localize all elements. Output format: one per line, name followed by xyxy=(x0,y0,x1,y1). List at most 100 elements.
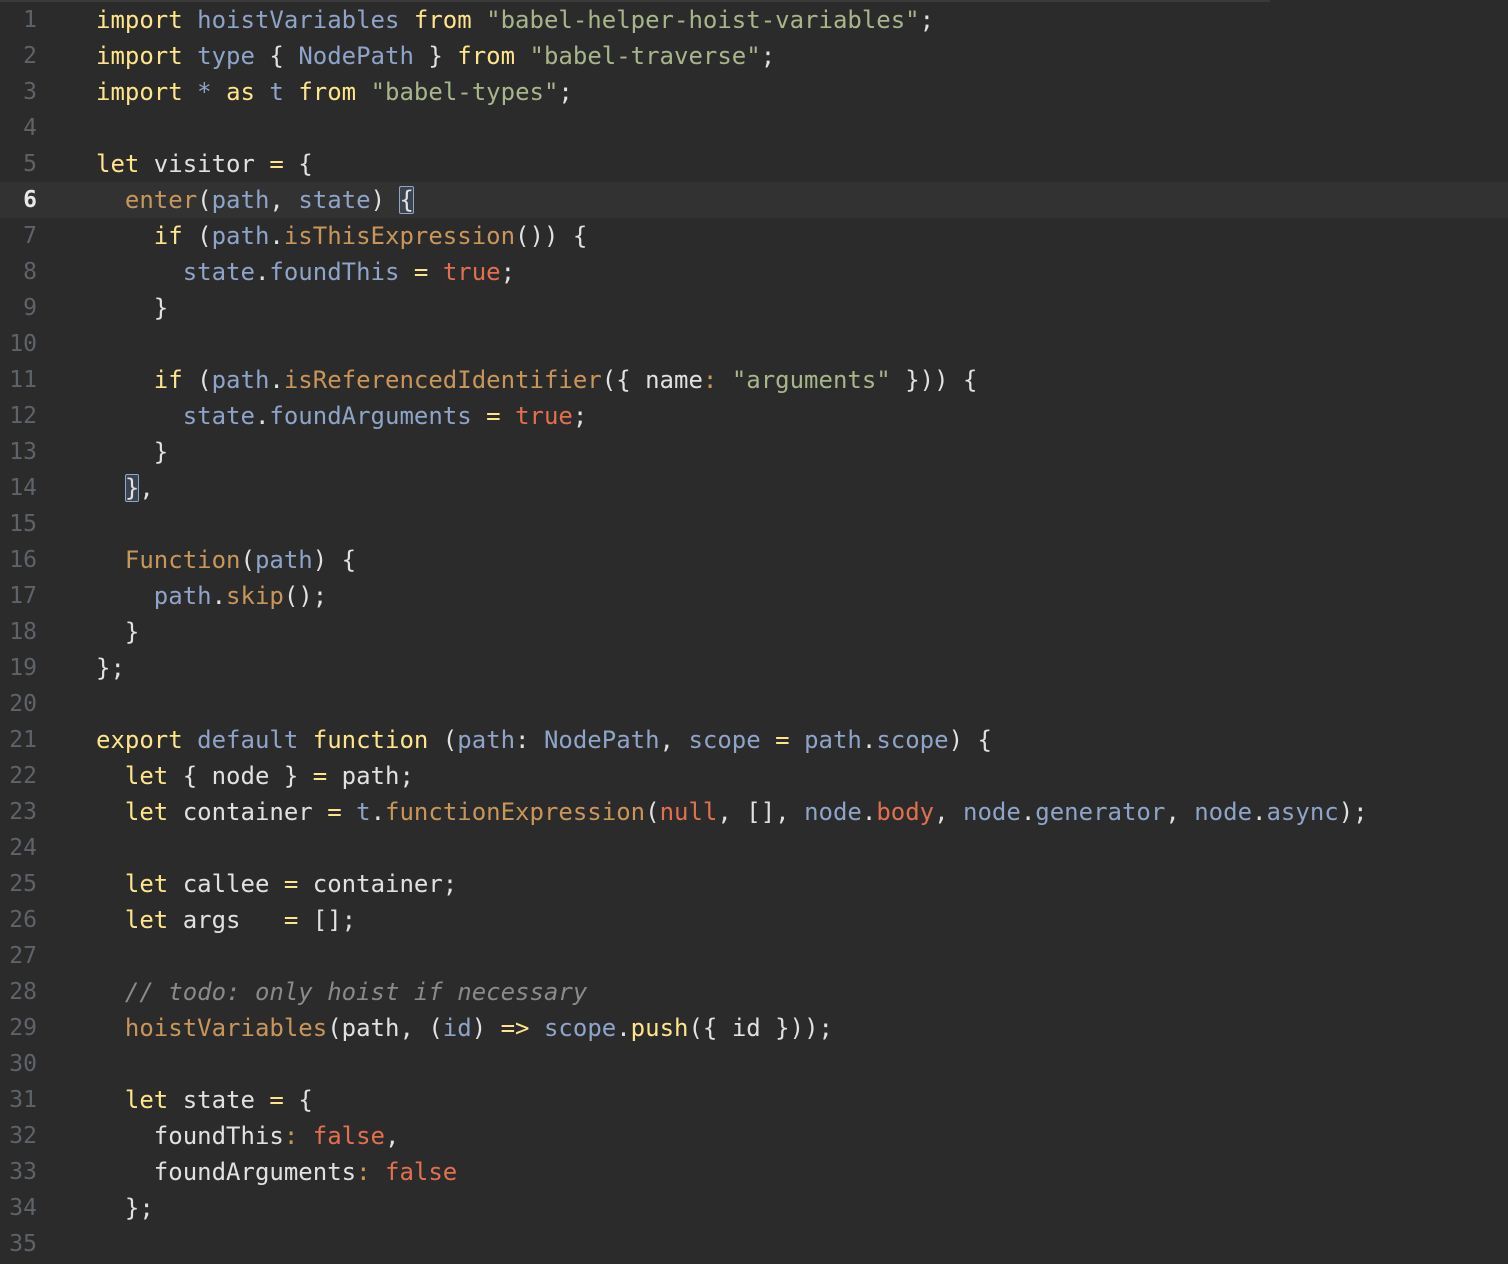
line-number: 17 xyxy=(9,583,37,609)
code-token: node xyxy=(804,798,862,826)
code-text[interactable]: let visitor = { xyxy=(96,146,313,182)
code-line[interactable]: 1 import hoistVariables from "babel-helpe… xyxy=(0,2,1508,38)
code-token: ()) { xyxy=(515,222,588,250)
line-number: 31 xyxy=(9,1087,37,1113)
code-line[interactable]: 26 let args = []; xyxy=(0,902,1508,938)
code-text[interactable]: if (path.isThisExpression()) { xyxy=(96,218,588,254)
code-line[interactable]: 11 if (path.isReferencedIdentifier({ nam… xyxy=(0,362,1508,398)
code-token: foundThis xyxy=(96,1122,284,1150)
code-token: . xyxy=(269,366,284,394)
line-number: 23 xyxy=(9,799,37,825)
code-line[interactable]: 18 } xyxy=(0,614,1508,650)
code-line[interactable]: 32 foundThis: false, xyxy=(0,1118,1508,1154)
code-line[interactable]: 7 if (path.isThisExpression()) { xyxy=(0,218,1508,254)
code-line[interactable]: 31 let state = { xyxy=(0,1082,1508,1118)
code-line[interactable]: 5 let visitor = { xyxy=(0,146,1508,182)
code-line[interactable]: 10 xyxy=(0,326,1508,362)
code-line[interactable]: 24 xyxy=(0,830,1508,866)
code-text[interactable]: } xyxy=(96,614,139,650)
code-text[interactable]: state.foundArguments = true; xyxy=(96,398,588,434)
code-line[interactable]: 28 // todo: only hoist if necessary xyxy=(0,974,1508,1010)
code-text[interactable]: } xyxy=(96,290,168,326)
line-number: 21 xyxy=(9,727,37,753)
line-number: 22 xyxy=(9,763,37,789)
code-token: id xyxy=(442,1014,472,1042)
line-number: 18 xyxy=(9,619,37,645)
code-text[interactable]: let args = []; xyxy=(96,902,356,938)
code-text[interactable]: let { node } = path; xyxy=(96,758,414,794)
line-number: 27 xyxy=(9,943,37,969)
code-token: let xyxy=(124,762,183,790)
code-text[interactable]: hoistVariables(path, (id) => scope.push(… xyxy=(96,1010,833,1046)
code-editor[interactable]: 1 import hoistVariables from "babel-helpe… xyxy=(0,0,1508,1264)
code-text[interactable]: } xyxy=(96,434,168,470)
code-token: isThisExpression xyxy=(283,222,516,250)
code-line[interactable]: 9 } xyxy=(0,290,1508,326)
code-token: state xyxy=(182,1086,270,1114)
code-line[interactable]: 25 let callee = container; xyxy=(0,866,1508,902)
code-token: = xyxy=(312,762,342,790)
code-token: let xyxy=(124,1086,183,1114)
line-number: 13 xyxy=(9,439,37,465)
code-token: generator xyxy=(1035,798,1166,826)
code-text[interactable]: let state = { xyxy=(96,1082,313,1118)
code-token: ( xyxy=(197,186,212,214)
code-text[interactable]: import * as t from "babel-types"; xyxy=(96,74,573,110)
code-token: body xyxy=(876,798,935,826)
code-text[interactable]: foundArguments: false xyxy=(96,1154,457,1190)
code-line[interactable]: 2 import type { NodePath } from "babel-tr… xyxy=(0,38,1508,74)
code-text[interactable]: state.foundThis = true; xyxy=(96,254,515,290)
code-text[interactable]: foundThis: false, xyxy=(96,1118,400,1154)
code-token: ); xyxy=(1338,798,1368,826)
code-line[interactable]: 22 let { node } = path; xyxy=(0,758,1508,794)
code-text[interactable]: if (path.isReferencedIdentifier({ name: … xyxy=(96,362,978,398)
code-text[interactable]: import hoistVariables from "babel-helper… xyxy=(96,2,934,38)
code-line[interactable]: 8 state.foundThis = true; xyxy=(0,254,1508,290)
code-text[interactable]: enter(path, state) { xyxy=(96,182,414,218)
code-line[interactable]: 13 } xyxy=(0,434,1508,470)
code-line[interactable]: 27 xyxy=(0,938,1508,974)
code-line[interactable]: 30 xyxy=(0,1046,1508,1082)
code-text[interactable]: export default function (path: NodePath,… xyxy=(96,722,992,758)
code-text[interactable]: import type { NodePath } from "babel-tra… xyxy=(96,38,775,74)
code-line[interactable]: 33 foundArguments: false xyxy=(0,1154,1508,1190)
code-token: = xyxy=(486,402,516,430)
code-line[interactable]: 4 xyxy=(0,110,1508,146)
code-token: foundArguments xyxy=(269,402,487,430)
code-text[interactable]: }, xyxy=(96,470,154,506)
code-text[interactable]: path.skip(); xyxy=(96,578,327,614)
code-token: push xyxy=(630,1014,689,1042)
code-line[interactable]: 35 xyxy=(0,1226,1508,1262)
code-line[interactable]: 14 }, xyxy=(0,470,1508,506)
code-token: => xyxy=(500,1014,544,1042)
code-token: , xyxy=(139,474,154,502)
code-token: = xyxy=(269,150,299,178)
code-text[interactable]: Function(path) { xyxy=(96,542,356,578)
line-number: 25 xyxy=(9,871,37,897)
code-line[interactable]: 21 export default function (path: NodePat… xyxy=(0,722,1508,758)
current-code-line[interactable]: 6 enter(path, state) { xyxy=(0,182,1508,218)
code-token: (); xyxy=(283,582,328,610)
code-line[interactable]: 19}; xyxy=(0,650,1508,686)
code-line[interactable]: 3 import * as t from "babel-types"; xyxy=(0,74,1508,110)
code-text[interactable]: }; xyxy=(96,1190,154,1226)
code-text[interactable]: let callee = container; xyxy=(96,866,457,902)
code-text[interactable]: // todo: only hoist if necessary xyxy=(96,974,587,1010)
code-text[interactable]: let container = t.functionExpression(nul… xyxy=(96,794,1368,830)
code-line[interactable]: 12 state.foundArguments = true; xyxy=(0,398,1508,434)
code-token: ; xyxy=(760,42,776,70)
code-token: }; xyxy=(96,1194,154,1222)
code-line[interactable]: 15 xyxy=(0,506,1508,542)
code-token: , xyxy=(934,798,964,826)
code-text[interactable]: }; xyxy=(96,650,125,686)
code-line[interactable]: 29 hoistVariables(path, (id) => scope.pu… xyxy=(0,1010,1508,1046)
code-token: import xyxy=(96,78,198,106)
code-line[interactable]: 17 path.skip(); xyxy=(0,578,1508,614)
code-line[interactable]: 16 Function(path) { xyxy=(0,542,1508,578)
code-line[interactable]: 20 xyxy=(0,686,1508,722)
code-token: . xyxy=(1020,798,1036,826)
code-line[interactable]: 23 let container = t.functionExpression(… xyxy=(0,794,1508,830)
code-line[interactable]: 34 }; xyxy=(0,1190,1508,1226)
